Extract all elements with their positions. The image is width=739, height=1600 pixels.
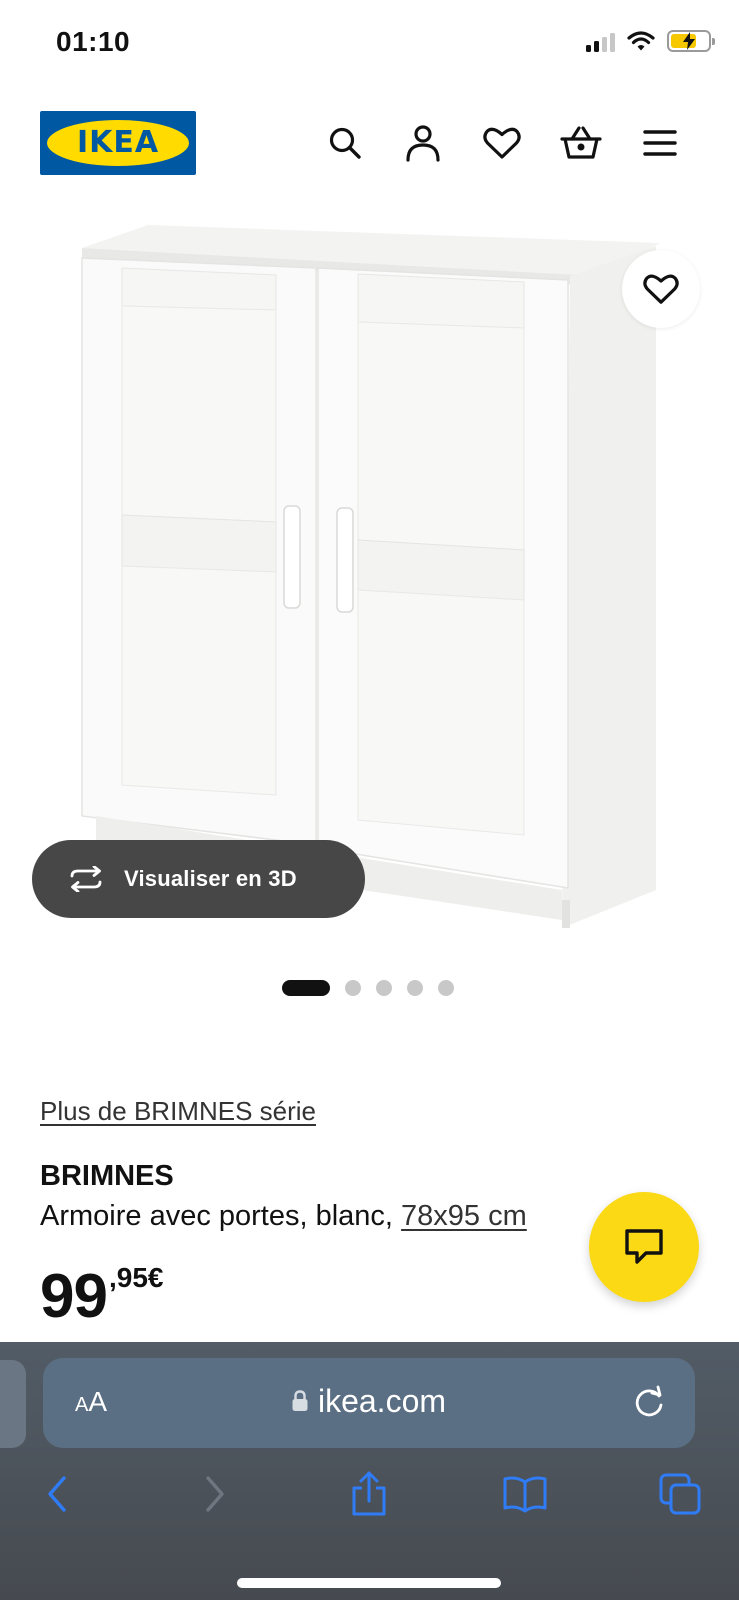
- forward-icon: [206, 1476, 224, 1512]
- site-header: IKEA: [0, 100, 739, 190]
- status-icons: [586, 30, 715, 52]
- carousel-dot-4[interactable]: [407, 980, 423, 996]
- chat-bubble-icon: [625, 1229, 663, 1264]
- address-bar[interactable]: AA ikea.com: [43, 1358, 695, 1448]
- browser-nav-row: [0, 1454, 739, 1534]
- status-bar: 01:10: [0, 0, 739, 90]
- carousel-dot-2[interactable]: [345, 980, 361, 996]
- bookmarks-button[interactable]: [490, 1454, 560, 1534]
- dimensions-link[interactable]: 78x95 cm: [401, 1200, 527, 1232]
- basket-icon[interactable]: [556, 118, 606, 168]
- series-link[interactable]: Plus de BRIMNES série: [40, 1096, 316, 1127]
- product-image[interactable]: [0, 210, 739, 950]
- carousel-dot-5[interactable]: [438, 980, 454, 996]
- price-decimal: ,95€: [108, 1262, 164, 1293]
- chat-button[interactable]: [589, 1192, 699, 1302]
- carousel-dot-1[interactable]: [282, 980, 330, 996]
- wifi-icon: [627, 31, 655, 51]
- back-button[interactable]: [22, 1454, 92, 1534]
- home-indicator[interactable]: [237, 1578, 501, 1588]
- battery-charging-icon: [667, 30, 715, 52]
- view-3d-button[interactable]: Visualiser en 3D: [32, 840, 365, 918]
- favorite-button[interactable]: [622, 250, 700, 328]
- domain-text: ikea.com: [317, 1383, 447, 1419]
- previous-tab-peek[interactable]: [0, 1360, 26, 1448]
- rotate-3d-icon: [70, 866, 102, 892]
- back-icon: [48, 1476, 66, 1512]
- search-icon[interactable]: [320, 118, 370, 168]
- share-button[interactable]: [334, 1454, 404, 1534]
- share-icon: [352, 1471, 386, 1516]
- heart-icon: [643, 274, 679, 304]
- carousel-dot-3[interactable]: [376, 980, 392, 996]
- product-description-text: Armoire avec portes, blanc,: [40, 1200, 393, 1232]
- price-integer: 99: [40, 1262, 108, 1331]
- signal-icon: [586, 30, 615, 52]
- tabs-icon: [659, 1473, 701, 1515]
- heart-icon[interactable]: [477, 118, 527, 168]
- browser-toolbar: AA ikea.com: [0, 1342, 739, 1600]
- status-time: 01:10: [56, 26, 131, 57]
- user-icon[interactable]: [398, 118, 448, 168]
- menu-icon[interactable]: [635, 118, 685, 168]
- product-price: 99,95€: [40, 1262, 163, 1332]
- tabs-button[interactable]: [645, 1454, 715, 1534]
- logo-text: IKEA: [76, 125, 160, 160]
- url-display[interactable]: ikea.com: [43, 1383, 695, 1420]
- product-name: BRIMNES: [40, 1160, 174, 1192]
- carousel-dots: [282, 980, 454, 996]
- forward-button[interactable]: [180, 1454, 250, 1534]
- bookmarks-icon: [503, 1476, 547, 1513]
- ikea-logo[interactable]: IKEA: [40, 111, 196, 175]
- view-3d-label: Visualiser en 3D: [124, 866, 297, 891]
- reload-icon[interactable]: [629, 1383, 669, 1423]
- product-description: Armoire avec portes, blanc, 78x95 cm: [40, 1200, 527, 1233]
- lock-icon: [292, 1389, 308, 1411]
